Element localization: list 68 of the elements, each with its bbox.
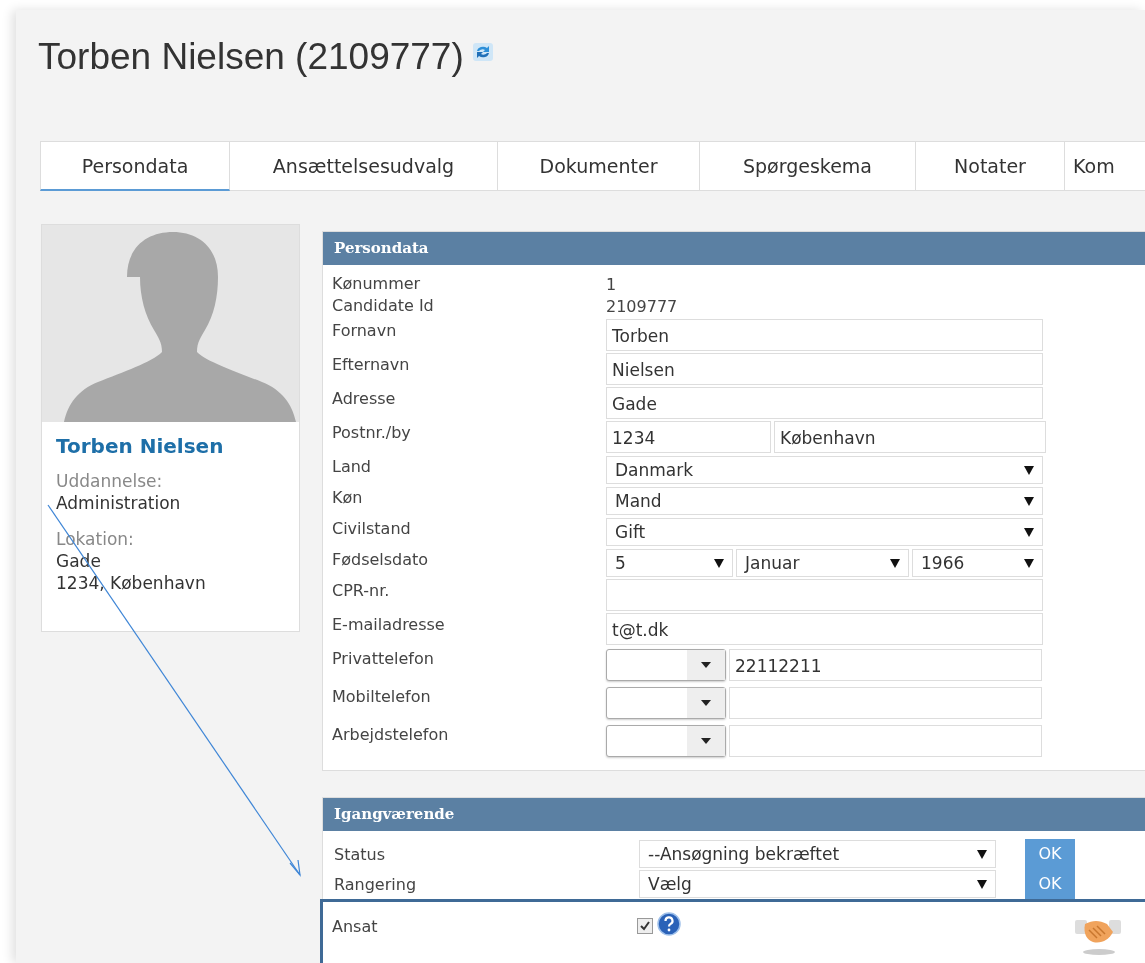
field-label: Privattelefon: [332, 648, 435, 670]
field-label: Status: [334, 844, 386, 864]
tab[interactable]: Persondata: [40, 141, 230, 191]
dropdown[interactable]: Gift: [606, 518, 1043, 546]
input-field[interactable]: [729, 687, 1042, 719]
caret-icon: [1024, 496, 1034, 506]
input-field[interactable]: København: [774, 421, 1046, 453]
panel-header: Igangværende: [323, 798, 1145, 831]
caret-icon: [714, 558, 724, 568]
caret-icon: [1024, 558, 1034, 568]
caret-icon: [977, 879, 987, 889]
refresh-icon[interactable]: [471, 42, 494, 62]
dropdown[interactable]: Danmark: [606, 456, 1043, 484]
field-label: Civilstand: [332, 518, 412, 540]
input-field[interactable]: [729, 725, 1042, 757]
field-label: Kønummer: [332, 275, 422, 295]
page-title: Torben Nielsen (2109777): [38, 36, 464, 78]
dropdown[interactable]: 1966: [912, 549, 1043, 577]
input-field[interactable]: [606, 579, 1043, 611]
dropdown[interactable]: Vælg: [639, 870, 996, 898]
input-field[interactable]: Nielsen: [606, 353, 1043, 385]
field-label: Arbejdstelefon: [332, 724, 450, 746]
field-label: Adresse: [332, 388, 397, 410]
input-field[interactable]: 22112211: [729, 649, 1042, 681]
panel-header: Persondata: [323, 232, 1145, 265]
field-label: Ansat: [332, 916, 379, 936]
dropdown[interactable]: [606, 687, 726, 719]
field-label: E-mailadresse: [332, 614, 446, 636]
dropdown[interactable]: [606, 725, 726, 757]
input-field[interactable]: Gade: [606, 387, 1043, 419]
field-label: Rangering: [334, 874, 418, 894]
field-label: Køn: [332, 487, 364, 509]
caret-icon: [977, 849, 987, 859]
input-field[interactable]: t@t.dk: [606, 613, 1043, 645]
field-value: 1: [606, 275, 617, 296]
dropdown[interactable]: Mand: [606, 487, 1043, 515]
help-icon[interactable]: [657, 912, 681, 936]
dropdown[interactable]: 5: [606, 549, 733, 577]
dropdown[interactable]: --Ansøgning bekræftet: [639, 840, 996, 868]
caret-icon: [701, 662, 711, 668]
dropdown[interactable]: [606, 649, 726, 681]
dropdown[interactable]: Januar: [736, 549, 909, 577]
caret-icon: [1024, 527, 1034, 537]
candidate-name[interactable]: Torben Nielsen: [56, 434, 285, 458]
field-label: Postnr./by: [332, 422, 412, 444]
field-label: Efternavn: [332, 354, 411, 376]
input-field[interactable]: Torben: [606, 319, 1043, 351]
tab[interactable]: Kom: [1065, 141, 1145, 191]
field-label: CPR-nr.: [332, 580, 391, 602]
tab[interactable]: Spørgeskema: [700, 141, 916, 191]
caret-icon: [890, 558, 900, 568]
tab[interactable]: Notater: [916, 141, 1065, 191]
field-label: Candidate Id: [332, 297, 435, 317]
field-label: Mobiltelefon: [332, 686, 432, 708]
caret-icon: [701, 700, 711, 706]
field-label: Uddannelse:: [56, 470, 164, 492]
tab[interactable]: Ansættelsesudvalg: [230, 141, 498, 191]
field-label: Fornavn: [332, 320, 398, 342]
caret-icon: [701, 738, 711, 744]
field-label: Land: [332, 456, 372, 478]
field-value: 2109777: [606, 297, 678, 318]
tab[interactable]: Dokumenter: [498, 141, 700, 191]
caret-icon: [1024, 465, 1034, 475]
field-value: Administration: [56, 492, 182, 514]
checkbox[interactable]: [637, 918, 653, 934]
field-value: 1234, København: [56, 572, 207, 594]
field-label: Fødselsdato: [332, 549, 430, 571]
input-field[interactable]: 1234: [606, 421, 771, 453]
